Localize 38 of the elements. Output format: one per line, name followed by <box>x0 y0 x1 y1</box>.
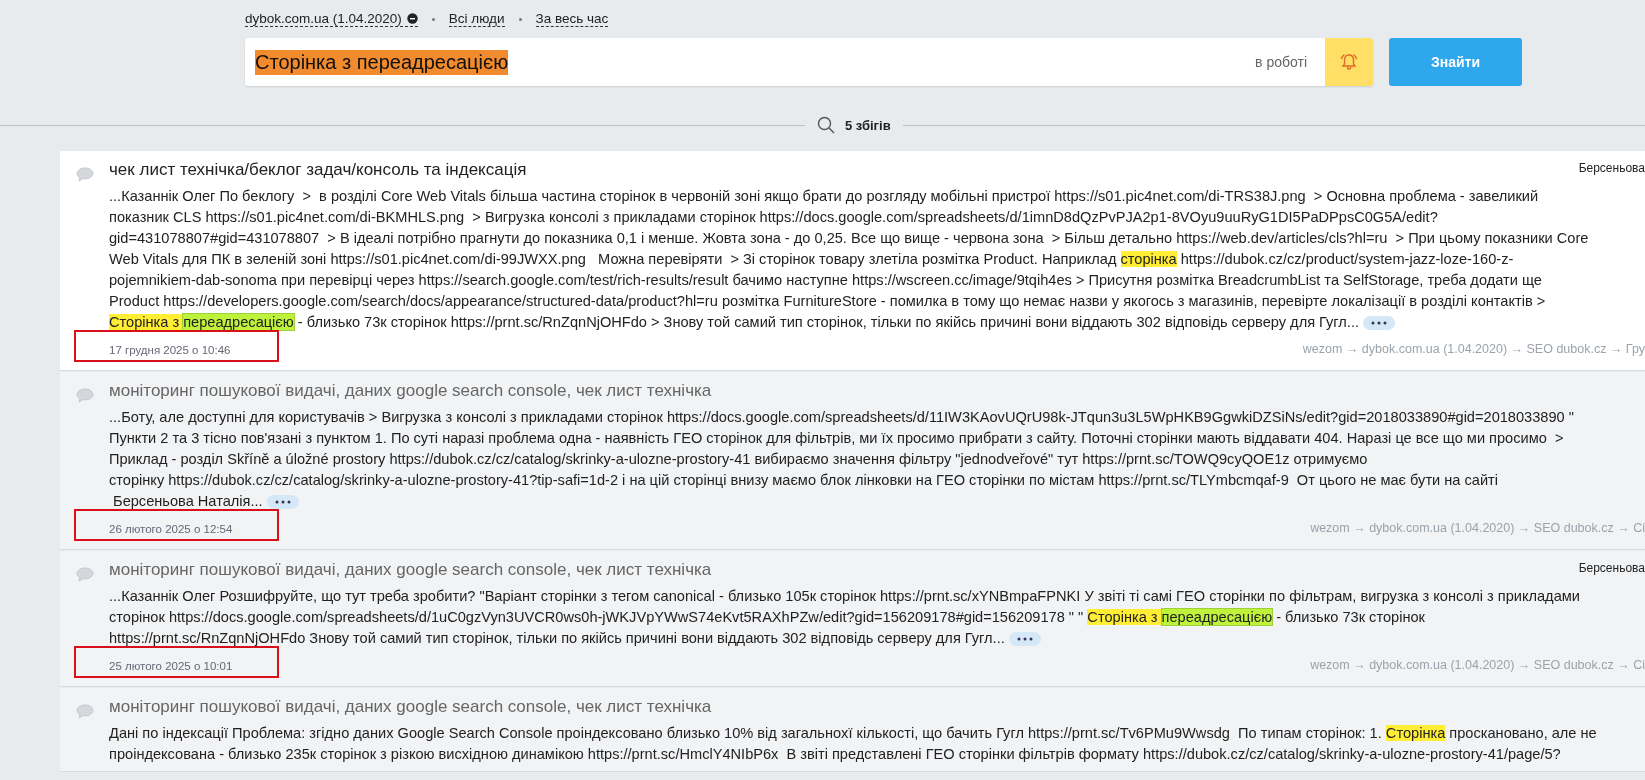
result-title[interactable]: моніторинг пошукової видачі, даних google search console, чек лист технічка <box>109 560 712 579</box>
result-card[interactable] <box>60 688 1645 772</box>
result-card[interactable] <box>60 372 1645 550</box>
speech-bubble-icon <box>75 567 94 582</box>
dots-icon <box>1371 321 1387 326</box>
search-icon <box>817 116 835 134</box>
speech-bubble-icon <box>75 388 94 403</box>
result-date: 26 лютого 2025 о 12:54 <box>109 522 233 535</box>
more-button[interactable] <box>1363 316 1395 331</box>
author-name: Берсеньова <box>1578 161 1645 175</box>
more-button[interactable] <box>1008 632 1041 647</box>
result-snippet: ...Казаннік Олег Розшифруйте, що тут треба зробити? "Варіант сторінки з тегом canonical - близько 105к сторінок https://prnt.sc/xYNBmpaFPNKI У звіті ті самі ГЕО сторінки по фільтрам, вигрузка з консолі з прикладами сторінок https://docs.google.com/spreadsheets/d/1uC0gzVyn3UVCR0ws0h-jWKJVpYWwS74eKvt5RAXhPZw/edit?gid=156209178#gid=156209178 " " Сторінка з переадресацією - близько 73к сторінок https://prnt.sc/RnZqnNjOHFdo Знову той самий тип сторінок, тільки по якійсь причині вони віддають 302 відповідь серверу для Гугл... <box>109 587 1581 649</box>
breadcrumb-path: wezom → dybok.com.ua (1.04.2020) → SEO dubok.cz → Гру <box>1302 341 1645 356</box>
more-button[interactable] <box>266 495 299 510</box>
author-name: Берсеньова <box>1578 561 1645 575</box>
status-label: в роботі <box>1255 54 1307 70</box>
breadcrumb-path: wezom → dybok.com.ua (1.04.2020) → SEO dubok.cz → Сі <box>1310 520 1645 535</box>
result-date: 17 грудня 2025 о 10:46 <box>109 343 231 356</box>
minus-circle-icon[interactable] <box>406 13 418 24</box>
filter-link[interactable]: Всі люди <box>448 11 505 27</box>
result-snippet: ...Боту, але доступні для користувачів > Вигрузка з консолі з прикладами сторінок https://docs.google.com/spreadsheets/d/11IW3KAovUQrU98k-JTqun3u3L5WpHKB9GgwkiDZSiNs/edit?gid=2018033890#gid=2018033890 " Пункти 2 та 3 тісно пов'язані з пунктом 1. По суті наразі проблема одна - наявність ГЕО сторінок для фільтрів, ми їх просимо прибрати з сайту. Поточні сторінки мають віддавати 404. Наразі це все що ми просимо > Приклад - розділ Skříně a úložné prostory https://dubok.cz/cz/catalog/skrinky-a-ulozne-prostory-41 вибираємо значення фільтру "jednodveřové" тут https://prnt.sc/TOWQ9cyQOE1z отримуємо сторінку https://dubok.cz/cz/catalog/skrinky-a-ulozne-prostory-41?tip-safi=1d-2 і на цій сторінці внизу маємо блок лінковки на ГЕО сторінки по містам https://prnt.sc/TLYmbcmqaf-9 От цього не має бути на сайті Берсеньова Наталія... <box>109 408 1575 512</box>
filter-link[interactable]: За весь час <box>535 11 609 27</box>
result-card[interactable] <box>60 551 1645 687</box>
dots-icon <box>274 500 291 505</box>
filter-link[interactable]: dybok.com.ua (1.04.2020) <box>245 11 418 27</box>
dots-icon <box>1016 637 1033 642</box>
result-date: 25 лютого 2025 о 10:01 <box>109 659 233 672</box>
result-snippet: ...Казаннік Олег По беклогу > в розділі Core Web Vitals більша частина сторінок в червоній зоні якщо брати до розгляду мобільні пристрої https://s01.pic4net.com/di-TRS38J.png > Основна проблема - завеликий показник CLS https://s01.pic4net.com/di-BKMHLS.png > Вигрузка консолі з прикладами сторінок https://docs.google.com/spreadsheets/d/1imnD8dQzPvPJA2p1-8VOyu9uuRyG1DI5PaDPpsC0G5A/edit? gid=431078807#gid=431078807 > В ідеалі потрібно прагнути до показника 0,1 і менше. Жовта зона - до 0,25. Все що вище - червона зона > Більш детально https://web.dev/articles/cls?hl=ru > При цьому показники Core Web Vitals для ПК в зеленій зоні https://s01.pic4net.com/di-99JWXX.png Можна перевіряти > Зі сторінок товару злетіла розмітка Product. Наприклад сторінка https://dubok.cz/cz/product/system-jazz-loze-160-z- pojemnikiem-dab-sonoma при перевірці через https://search.google.com/test/rich-results/result бачимо наступне https://wscreen.cc/image/9tqih4es > Присутня розмітка BreadcrumbList та SelfStorage, треба додати ще Product https://developers.google.com/search/docs/appearance/structured-data/product?hl=ru розмітка FurnitureStore - помилка в тому що немає назви у якогось з магазинів, перевірте локалізації в розділі контактів > Сторінка з переадресацією - близько 73к сторінок https://prnt.sc/RnZqnNjOHFdo > Знову той самий тип сторінок, тільки по якійсь причині вони віддають 302 відповідь серверу для Гугл... <box>109 187 1590 333</box>
result-title[interactable]: чек лист технічка/беклог задач/консоль та індексація <box>109 160 527 179</box>
result-card[interactable] <box>60 151 1645 371</box>
result-title[interactable]: моніторинг пошукової видачі, даних google search console, чек лист технічка <box>109 697 712 716</box>
speech-bubble-icon <box>75 167 94 182</box>
speech-bubble-icon <box>75 704 94 719</box>
bell-icon <box>1339 52 1359 72</box>
result-title[interactable]: моніторинг пошукової видачі, даних google search console, чек лист технічка <box>109 381 712 400</box>
match-count: 5 збігів <box>845 117 891 133</box>
search-field[interactable]: Сторінка з переадресацією в роботі <box>245 38 1373 86</box>
breadcrumb-path: wezom → dybok.com.ua (1.04.2020) → SEO dubok.cz → Сі <box>1310 657 1645 672</box>
